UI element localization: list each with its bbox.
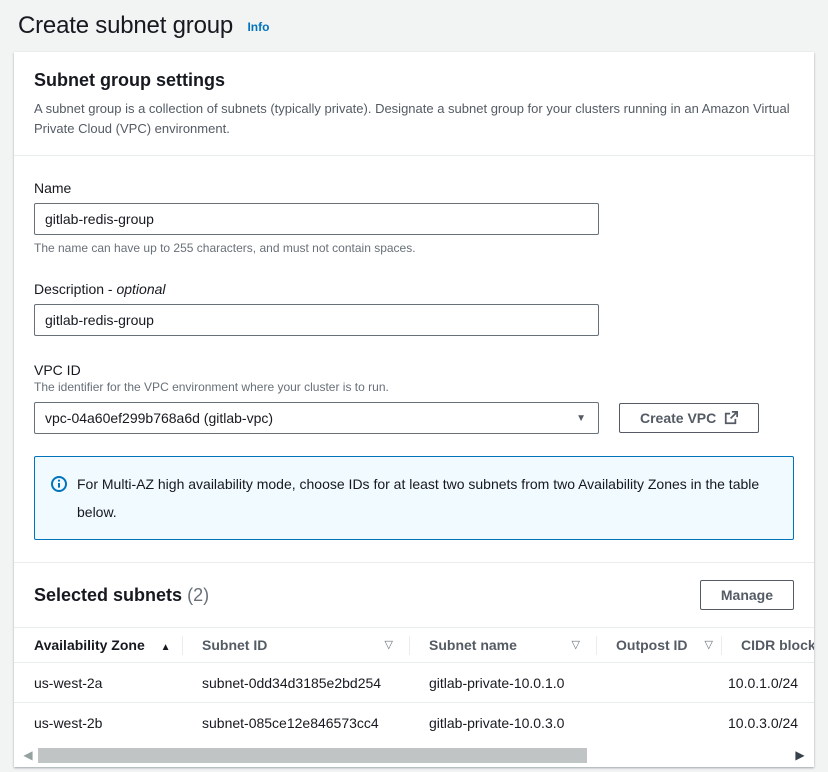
cell-subnet-id: subnet-0dd34d3185e2bd254 <box>182 663 409 703</box>
external-link-icon <box>724 411 738 425</box>
column-header-outpost-id[interactable]: Outpost ID ▽ <box>596 628 721 663</box>
selected-subnets-count: (2) <box>187 585 209 605</box>
sort-icon[interactable]: ▽ <box>572 638 580 651</box>
column-label: Subnet ID <box>202 637 267 653</box>
page-header: Create subnet group Info <box>0 0 828 52</box>
description-field-group: Description - optional <box>34 281 794 336</box>
column-label: Availability Zone <box>34 637 145 653</box>
description-input[interactable] <box>34 304 599 336</box>
settings-card-title: Subnet group settings <box>34 70 794 91</box>
description-optional-text: optional <box>116 281 165 297</box>
create-subnet-group-panel: Subnet group settings A subnet group is … <box>14 52 814 767</box>
chevron-down-icon: ▼ <box>576 413 586 424</box>
cell-cidr-block: 10.0.3.0/24 <box>721 703 814 743</box>
alert-text: For Multi-AZ high availability mode, cho… <box>77 470 777 526</box>
sort-ascending-icon[interactable]: ▲ <box>161 642 171 653</box>
cell-availability-zone: us-west-2a <box>14 663 182 703</box>
sort-icon[interactable]: ▽ <box>385 638 393 651</box>
sort-icon[interactable]: ▽ <box>705 638 713 651</box>
scrollbar-thumb[interactable] <box>38 748 587 763</box>
name-label: Name <box>34 180 794 196</box>
name-input[interactable] <box>34 203 599 235</box>
vpc-id-hint: The identifier for the VPC environment w… <box>34 380 794 394</box>
vpc-id-selected-value: vpc-04a60ef299b768a6d (gitlab-vpc) <box>45 410 273 426</box>
create-vpc-label: Create VPC <box>640 410 716 426</box>
settings-form: Name The name can have up to 255 charact… <box>14 156 814 562</box>
multi-az-info-alert: For Multi-AZ high availability mode, cho… <box>34 456 794 540</box>
cell-outpost-id <box>596 703 721 743</box>
table-row[interactable]: us-west-2a subnet-0dd34d3185e2bd254 gitl… <box>14 663 814 703</box>
column-label: Outpost ID <box>616 637 688 653</box>
scroll-right-icon[interactable]: ▶ <box>792 749 808 761</box>
subnets-table: Availability Zone ▲ Subnet ID ▽ Subnet n… <box>14 627 814 743</box>
settings-card-header: Subnet group settings A subnet group is … <box>14 52 814 156</box>
column-header-subnet-name[interactable]: Subnet name ▽ <box>409 628 596 663</box>
cell-availability-zone: us-west-2b <box>14 703 182 743</box>
column-label: CIDR block <box>741 637 814 653</box>
description-label-text: Description - <box>34 281 116 297</box>
scroll-left-icon[interactable]: ◀ <box>20 749 36 761</box>
manage-button[interactable]: Manage <box>700 580 794 610</box>
vpc-id-label: VPC ID <box>34 362 794 378</box>
page-title: Create subnet group <box>18 12 233 39</box>
cell-outpost-id <box>596 663 721 703</box>
scrollbar-track[interactable] <box>38 748 790 763</box>
column-header-cidr-block[interactable]: CIDR block <box>721 628 814 663</box>
name-field-group: Name The name can have up to 255 charact… <box>34 180 794 255</box>
table-row[interactable]: us-west-2b subnet-085ce12e846573cc4 gitl… <box>14 703 814 743</box>
selected-subnets-title-text: Selected subnets <box>34 585 182 605</box>
cell-subnet-name: gitlab-private-10.0.1.0 <box>409 663 596 703</box>
create-vpc-button[interactable]: Create VPC <box>619 403 759 433</box>
vpc-row: vpc-04a60ef299b768a6d (gitlab-vpc) ▼ Cre… <box>34 402 794 434</box>
name-hint: The name can have up to 255 characters, … <box>34 241 794 255</box>
selected-subnets-title: Selected subnets (2) <box>34 585 209 606</box>
column-label: Subnet name <box>429 637 517 653</box>
column-header-subnet-id[interactable]: Subnet ID ▽ <box>182 628 409 663</box>
info-icon <box>51 476 67 526</box>
info-link[interactable]: Info <box>247 20 269 34</box>
manage-button-label: Manage <box>721 587 773 603</box>
vpc-field-group: VPC ID The identifier for the VPC enviro… <box>34 362 794 540</box>
horizontal-scrollbar[interactable]: ◀ ▶ <box>14 743 814 767</box>
cell-cidr-block: 10.0.1.0/24 <box>721 663 814 703</box>
selected-subnets-header: Selected subnets (2) Manage <box>14 562 814 627</box>
settings-card-description: A subnet group is a collection of subnet… <box>34 99 794 139</box>
cell-subnet-id: subnet-085ce12e846573cc4 <box>182 703 409 743</box>
table-header-row: Availability Zone ▲ Subnet ID ▽ Subnet n… <box>14 628 814 663</box>
column-header-availability-zone[interactable]: Availability Zone ▲ <box>14 628 182 663</box>
vpc-id-select[interactable]: vpc-04a60ef299b768a6d (gitlab-vpc) ▼ <box>34 402 599 434</box>
subnets-table-container: Availability Zone ▲ Subnet ID ▽ Subnet n… <box>14 627 814 743</box>
description-label: Description - optional <box>34 281 794 297</box>
cell-subnet-name: gitlab-private-10.0.3.0 <box>409 703 596 743</box>
